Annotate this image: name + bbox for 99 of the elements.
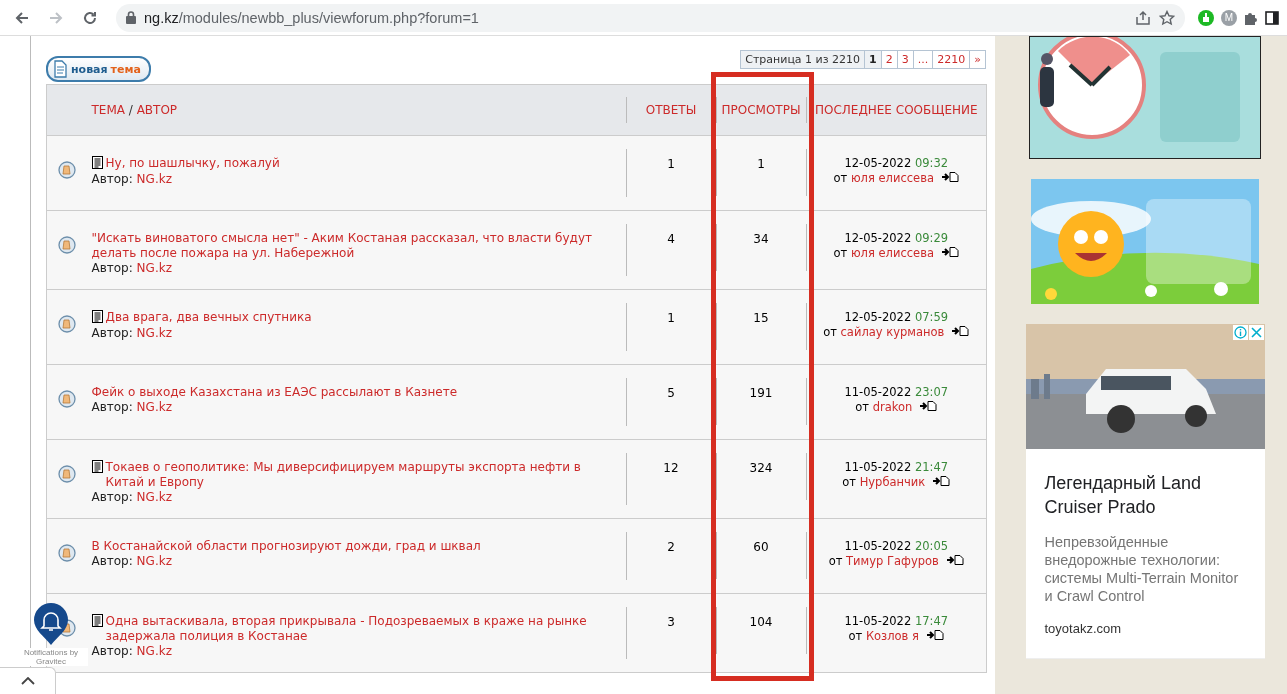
topic-link[interactable]: Фейк о выходе Казахстана из ЕАЭС рассылают в Казнете — [91, 385, 622, 400]
new-topic-button[interactable]: новая тема — [46, 56, 151, 82]
go-to-post-icon[interactable] — [942, 247, 959, 257]
column-header[interactable]: ОТВЕТЫ — [645, 103, 697, 117]
go-to-post-icon[interactable] — [946, 555, 964, 565]
post-date: 12-05-2022 — [844, 310, 912, 324]
topic-status-icon — [57, 390, 76, 408]
views-count: 34 — [753, 232, 769, 246]
topic-status-icon — [57, 315, 76, 333]
author-link[interactable]: NG.kz — [136, 172, 172, 186]
chevron-up-icon — [20, 677, 35, 685]
scroll-top-button[interactable] — [0, 667, 56, 694]
author-link[interactable]: NG.kz — [136, 261, 172, 275]
by-label: от — [828, 554, 843, 568]
post-time: 09:32 — [914, 156, 949, 170]
by-label: от — [855, 400, 869, 414]
topic-link[interactable]: Ну, по шашлычку, пожалуй — [105, 156, 622, 171]
star-icon[interactable] — [1159, 9, 1175, 26]
ad-domain[interactable]: toyotakz.com — [1044, 621, 1246, 636]
replies-count: 1 — [667, 311, 675, 325]
user-link[interactable]: Козлов я — [865, 629, 919, 643]
post-date: 11-05-2022 — [844, 460, 912, 474]
topic-status-icon — [57, 236, 76, 254]
views-count: 15 — [753, 311, 769, 325]
go-to-post-icon[interactable] — [920, 401, 938, 411]
replies-count: 2 — [667, 540, 675, 554]
post-time: 09:29 — [914, 231, 949, 245]
author-label: Автор: — [91, 326, 133, 340]
replies-count: 5 — [667, 386, 675, 400]
user-link[interactable]: Нурбанчик — [859, 475, 926, 489]
post-time: 07:59 — [914, 310, 949, 324]
profile-avatar[interactable]: M — [1221, 9, 1237, 26]
column-header[interactable]: ТЕМА / АВТОР — [91, 103, 178, 117]
post-date: 12-05-2022 — [844, 231, 912, 245]
ad-description: Непревзойденные внедорожные технологии: системы Multi-Terrain Monitor и Crawl Control — [1044, 533, 1240, 605]
url-text: ng.kz/modules/newbb_plus/viewforum.php?forum=1 — [144, 9, 479, 26]
replies-count: 4 — [667, 232, 675, 246]
author-link[interactable]: NG.kz — [136, 326, 172, 340]
user-link[interactable]: юля елиссева — [850, 171, 934, 185]
topic-status-icon — [57, 465, 76, 483]
user-link[interactable]: Тимур Гафуров — [846, 554, 939, 568]
post-time: 21:47 — [914, 460, 949, 474]
go-to-post-icon[interactable] — [927, 630, 944, 640]
notification-bell-icon[interactable] — [33, 602, 69, 646]
replies-count: 3 — [667, 615, 675, 629]
author-label: Автор: — [91, 261, 133, 275]
author-label: Автор: — [91, 172, 133, 186]
by-label: от — [842, 475, 856, 489]
post-time: 20:05 — [914, 539, 949, 553]
by-label: от — [823, 325, 837, 339]
post-time: 17:47 — [914, 614, 949, 628]
author-link[interactable]: NG.kz — [136, 644, 172, 658]
user-link[interactable]: drakon — [872, 400, 913, 414]
back-icon[interactable] — [14, 9, 30, 26]
views-count: 324 — [749, 461, 773, 475]
ad-title[interactable]: Легендарный Land Cruiser Prado — [1044, 471, 1246, 519]
replies-count: 1 — [667, 157, 675, 171]
extension-icon[interactable] — [1197, 8, 1215, 27]
views-count: 1 — [757, 157, 765, 171]
views-count: 191 — [749, 386, 773, 400]
post-time: 23:07 — [914, 385, 949, 399]
post-date: 12-05-2022 — [844, 156, 912, 170]
ad-card[interactable]: Легендарный Land Cruiser Prado Непревзойденные внедорожные технологии: системы Multi-Terrain Monitor и Crawl Control toyotakz.com — [1025, 324, 1265, 659]
document-icon — [52, 60, 68, 78]
user-link[interactable]: юля елиссева — [850, 246, 934, 260]
address-bar[interactable]: ng.kz/modules/newbb_plus/viewforum.php?forum=1 — [116, 3, 1185, 32]
author-label: Автор: — [91, 490, 133, 504]
author-label: Автор: — [91, 554, 133, 568]
sidebar-icon[interactable] — [1265, 10, 1279, 25]
author-link[interactable]: NG.kz — [136, 554, 172, 568]
topic-status-icon — [57, 161, 76, 179]
topic-link[interactable]: Одна вытаскивала, вторая прикрывала - Подозреваемых в краже на рынке задержала полиция в Костанае — [105, 614, 622, 644]
reload-icon[interactable] — [82, 9, 98, 26]
topic-link[interactable]: Токаев о геополитике: Мы диверсифицируем маршруты экспорта нефти в Китай и Европу — [105, 460, 622, 490]
go-to-post-icon[interactable] — [942, 172, 959, 182]
page-link[interactable]: » — [969, 51, 985, 68]
author-link[interactable]: NG.kz — [136, 400, 172, 414]
by-label: от — [833, 246, 848, 260]
topic-link[interactable]: "Искать виноватого смысла нет" - Аким Костаная рассказал, что власти будут делать после пожара на ул. Набережной — [91, 231, 622, 261]
post-date: 11-05-2022 — [844, 614, 912, 628]
go-to-post-icon[interactable] — [952, 326, 970, 336]
user-link[interactable]: сайлау курманов — [840, 325, 945, 339]
topic-status-icon — [57, 544, 76, 562]
views-count: 104 — [749, 615, 773, 629]
post-date: 11-05-2022 — [844, 539, 912, 553]
post-date: 11-05-2022 — [844, 385, 912, 399]
author-link[interactable]: NG.kz — [136, 490, 172, 504]
go-to-post-icon[interactable] — [933, 476, 951, 486]
by-label: от — [833, 171, 848, 185]
author-label: Автор: — [91, 644, 133, 658]
by-label: от — [848, 629, 863, 643]
share-icon[interactable] — [1135, 9, 1151, 26]
topic-link[interactable]: Два врага, два вечных спутника — [105, 310, 622, 325]
author-label: Автор: — [91, 400, 133, 414]
topic-link[interactable]: В Костанайской области прогнозируют дожди, град и шквал — [91, 539, 622, 554]
replies-count: 12 — [663, 461, 679, 475]
page-link[interactable]: 2210 — [932, 51, 970, 68]
views-count: 60 — [753, 540, 769, 554]
lock-icon — [126, 11, 136, 24]
